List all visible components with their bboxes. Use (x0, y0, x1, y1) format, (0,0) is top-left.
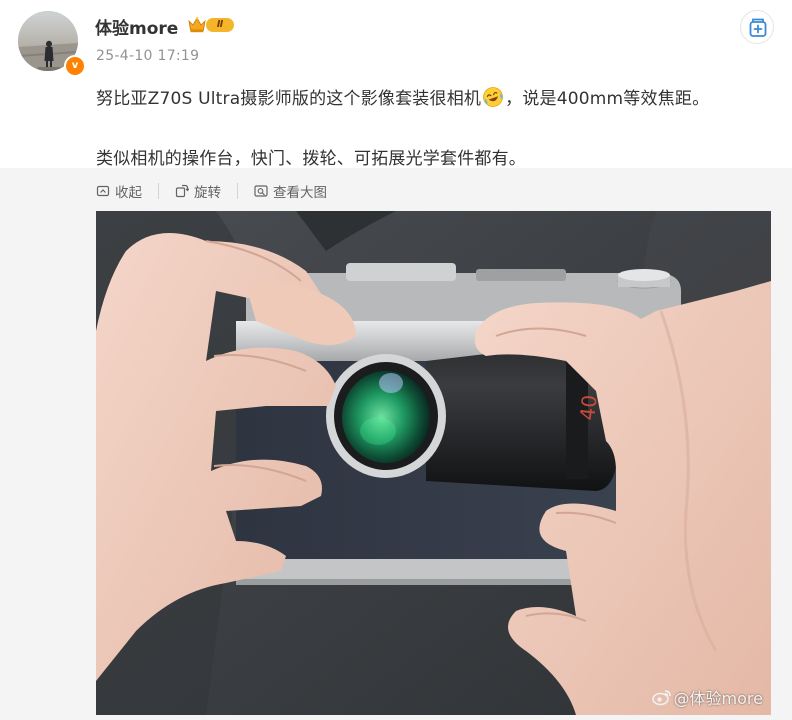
post-image[interactable]: 40 @体验more (96, 211, 771, 715)
post-header: v 体验more Ⅱ 25-4-10 17:19 努比亚Z70S Ultra摄影… (0, 0, 792, 169)
image-watermark: @体验more (651, 685, 763, 709)
camera-kit-photo: 40 (96, 211, 771, 715)
level-badge: Ⅱ (206, 18, 234, 32)
crown-icon (188, 16, 206, 33)
collapse-button[interactable]: 收起 (96, 181, 142, 201)
view-large-button[interactable]: 查看大图 (254, 181, 327, 201)
collapse-label: 收起 (115, 185, 142, 201)
rotate-label: 旋转 (194, 185, 221, 201)
rotate-button[interactable]: 旋转 (175, 181, 221, 201)
username[interactable]: 体验more (95, 14, 178, 39)
add-follow-icon (749, 18, 767, 37)
collapse-icon (96, 185, 110, 197)
follow-button[interactable] (740, 10, 774, 44)
post-text-part1: 努比亚Z70S Ultra摄影师版的这个影像套装很相机 (96, 89, 482, 109)
toolbar-divider (158, 183, 159, 199)
rotate-icon (175, 184, 189, 198)
toolbar-divider (237, 183, 238, 199)
media-panel: 收起 旋转 查看大图 40 @体验more (0, 168, 792, 720)
view-large-icon (254, 185, 268, 197)
post-text-line2: 类似相机的操作台，快门、拨轮、可拓展光学套件都有。 (96, 149, 526, 169)
post-text-line1: 努比亚Z70S Ultra摄影师版的这个影像套装很相机 ，说是400mm等效焦距… (96, 84, 709, 109)
post-text-part2: ，说是400mm等效焦距。 (505, 89, 710, 109)
verified-badge: v (64, 55, 86, 77)
watermark-text: @体验more (673, 689, 763, 708)
view-large-label: 查看大图 (273, 185, 327, 201)
laugh-cry-emoji-icon (483, 87, 504, 107)
post-timestamp[interactable]: 25-4-10 17:19 (96, 48, 199, 64)
weibo-logo-icon (651, 690, 671, 706)
media-toolbar: 收起 旋转 查看大图 (96, 181, 327, 201)
